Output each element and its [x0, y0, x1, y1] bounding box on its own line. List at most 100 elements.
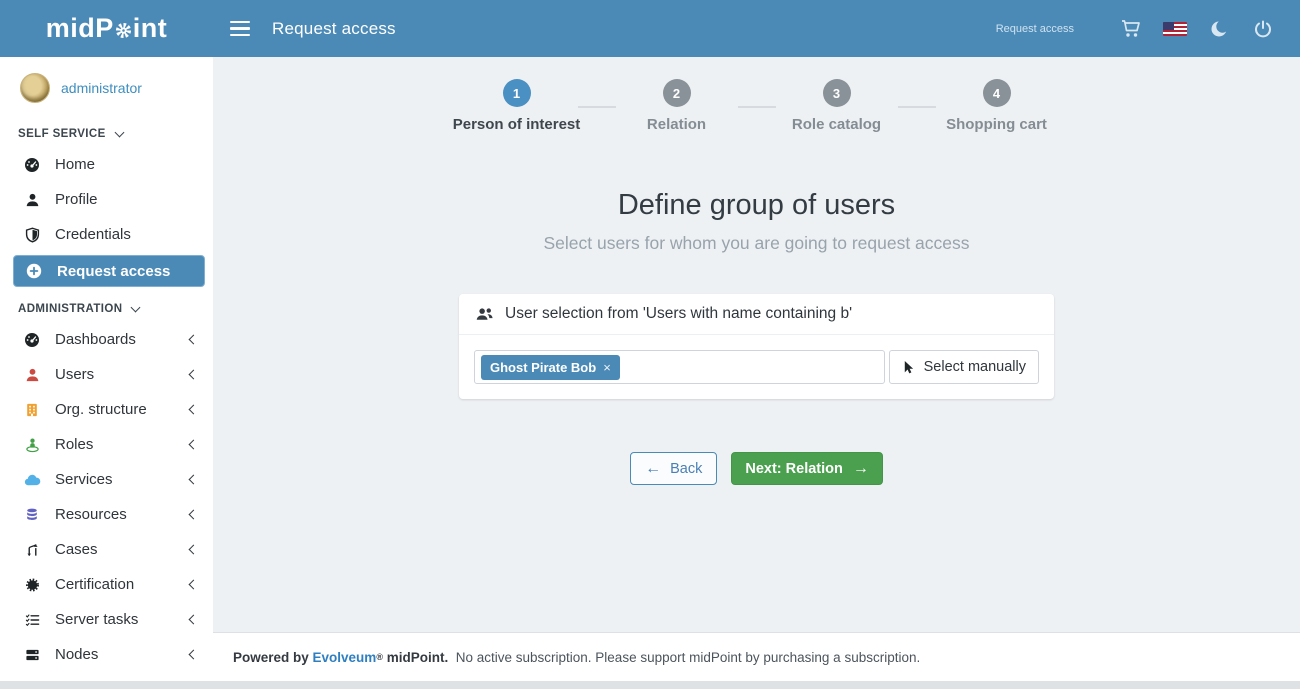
- sidebar-item-services[interactable]: Services: [0, 462, 213, 497]
- main-content: 1 Person of interest 2 Relation 3 Role c…: [213, 57, 1300, 632]
- powered-by-text: Powered by: [233, 650, 313, 665]
- server-icon: [22, 647, 42, 663]
- user-chip-label: Ghost Pirate Bob: [490, 360, 596, 375]
- topbar: midP int Request access Request access: [0, 0, 1300, 57]
- gear-icon: [114, 19, 133, 39]
- evolveum-link[interactable]: Evolveum: [313, 650, 377, 665]
- section-label: SELF SERVICE: [18, 128, 106, 140]
- sidebar-item-label: Users: [55, 366, 94, 383]
- sidebar-item-label: Certification: [55, 576, 134, 593]
- step-connector: [578, 106, 616, 108]
- chevron-left-icon: [189, 475, 199, 485]
- step-connector: [898, 106, 936, 108]
- chevron-left-icon: [189, 650, 199, 660]
- logo-text-post: int: [133, 15, 168, 42]
- section-administration[interactable]: ADMINISTRATION: [0, 290, 213, 322]
- database-icon: [22, 507, 42, 523]
- speedometer-icon: [22, 332, 42, 348]
- breadcrumb: Request access: [996, 23, 1074, 35]
- step-number: 1: [503, 79, 531, 107]
- step-label: Shopping cart: [946, 116, 1047, 133]
- step-connector: [738, 106, 776, 108]
- user-icon: [22, 367, 42, 383]
- avatar: [20, 73, 50, 103]
- chevron-left-icon: [189, 370, 199, 380]
- chevron-down-icon: [114, 127, 124, 137]
- sidebar-item-org-structure[interactable]: Org. structure: [0, 392, 213, 427]
- user-icon: [22, 192, 42, 208]
- page-subtitle: Select users for whom you are going to r…: [543, 233, 969, 254]
- chevron-left-icon: [189, 405, 199, 415]
- select-manually-button[interactable]: Select manually: [889, 350, 1039, 384]
- arrow-left-icon: ←: [645, 460, 661, 478]
- moon-icon[interactable]: [1206, 20, 1232, 38]
- wizard-actions: ← Back Next: Relation →: [630, 452, 883, 485]
- step-number: 4: [983, 79, 1011, 107]
- sidebar-item-roles[interactable]: Roles: [0, 427, 213, 462]
- sidebar-item-label: Profile: [55, 191, 98, 208]
- chevron-down-icon: [131, 302, 141, 312]
- step-number: 2: [663, 79, 691, 107]
- topbar-right: Request access: [996, 20, 1300, 38]
- sidebar-item-request-access[interactable]: Request access: [13, 255, 205, 287]
- sidebar-item-server-tasks[interactable]: Server tasks: [0, 602, 213, 637]
- back-button[interactable]: ← Back: [630, 452, 717, 485]
- sidebar-item-label: Roles: [55, 436, 93, 453]
- chevron-left-icon: [189, 545, 199, 555]
- chevron-left-icon: [189, 510, 199, 520]
- footer: Powered by Evolveum® midPoint. No active…: [213, 632, 1300, 681]
- power-icon[interactable]: [1250, 20, 1276, 38]
- user-row[interactable]: administrator: [0, 65, 213, 115]
- us-flag-icon[interactable]: [1162, 22, 1188, 36]
- product-name: midPoint.: [383, 650, 448, 665]
- street-view-icon: [22, 437, 42, 453]
- logo[interactable]: midP int: [0, 0, 213, 57]
- sidebar-item-home[interactable]: Home: [0, 147, 213, 182]
- sidebar-item-users[interactable]: Users: [0, 357, 213, 392]
- sidebar-item-profile[interactable]: Profile: [0, 182, 213, 217]
- select-manually-label: Select manually: [924, 359, 1026, 375]
- seal-icon: [22, 577, 42, 593]
- sidebar-item-label: Dashboards: [55, 331, 136, 348]
- sidebar-item-label: Home: [55, 156, 95, 173]
- sidebar-item-resources[interactable]: Resources: [0, 497, 213, 532]
- panel-header: User selection from 'Users with name con…: [459, 294, 1054, 335]
- back-button-label: Back: [670, 461, 702, 477]
- logo-text-pre: midP: [46, 15, 114, 42]
- page-title: Define group of users: [618, 189, 895, 222]
- section-label: ADMINISTRATION: [18, 303, 122, 315]
- user-selection-panel: User selection from 'Users with name con…: [459, 294, 1054, 399]
- logo-text: midP int: [46, 15, 168, 42]
- sidebar: administrator SELF SERVICE Home Profile: [0, 57, 213, 681]
- next-relation-button[interactable]: Next: Relation →: [731, 452, 883, 485]
- cart-icon[interactable]: [1118, 20, 1144, 38]
- task-list-icon: [22, 612, 42, 628]
- sidebar-item-label: Credentials: [55, 226, 131, 243]
- flow-arrows-icon: [22, 542, 42, 558]
- wizard-step-person-of-interest[interactable]: 1 Person of interest: [456, 79, 578, 133]
- sidebar-item-label: Resources: [55, 506, 127, 523]
- section-self-service[interactable]: SELF SERVICE: [0, 115, 213, 147]
- selected-users-input[interactable]: Ghost Pirate Bob ×: [474, 350, 885, 384]
- wizard-step-relation[interactable]: 2 Relation: [616, 79, 738, 133]
- sidebar-item-label: Cases: [55, 541, 98, 558]
- sidebar-item-label: Services: [55, 471, 113, 488]
- user-chip: Ghost Pirate Bob ×: [481, 355, 620, 380]
- sidebar-item-certification[interactable]: Certification: [0, 567, 213, 602]
- chip-remove-icon[interactable]: ×: [603, 360, 611, 375]
- step-label: Person of interest: [453, 116, 581, 133]
- arrow-right-icon: →: [853, 460, 869, 478]
- building-icon: [22, 402, 42, 418]
- sidebar-item-credentials[interactable]: Credentials: [0, 217, 213, 252]
- sidebar-item-label: Request access: [57, 263, 170, 280]
- sidebar-item-cases[interactable]: Cases: [0, 532, 213, 567]
- wizard-step-shopping-cart[interactable]: 4 Shopping cart: [936, 79, 1058, 133]
- registered-mark: ®: [376, 652, 383, 662]
- wizard-step-role-catalog[interactable]: 3 Role catalog: [776, 79, 898, 133]
- plus-circle-icon: [24, 263, 44, 279]
- hamburger-icon[interactable]: [230, 21, 250, 37]
- subscription-message: No active subscription. Please support m…: [448, 650, 920, 665]
- midpoint-app: midP int Request access Request access: [0, 0, 1300, 689]
- sidebar-item-nodes[interactable]: Nodes: [0, 637, 213, 672]
- sidebar-item-dashboards[interactable]: Dashboards: [0, 322, 213, 357]
